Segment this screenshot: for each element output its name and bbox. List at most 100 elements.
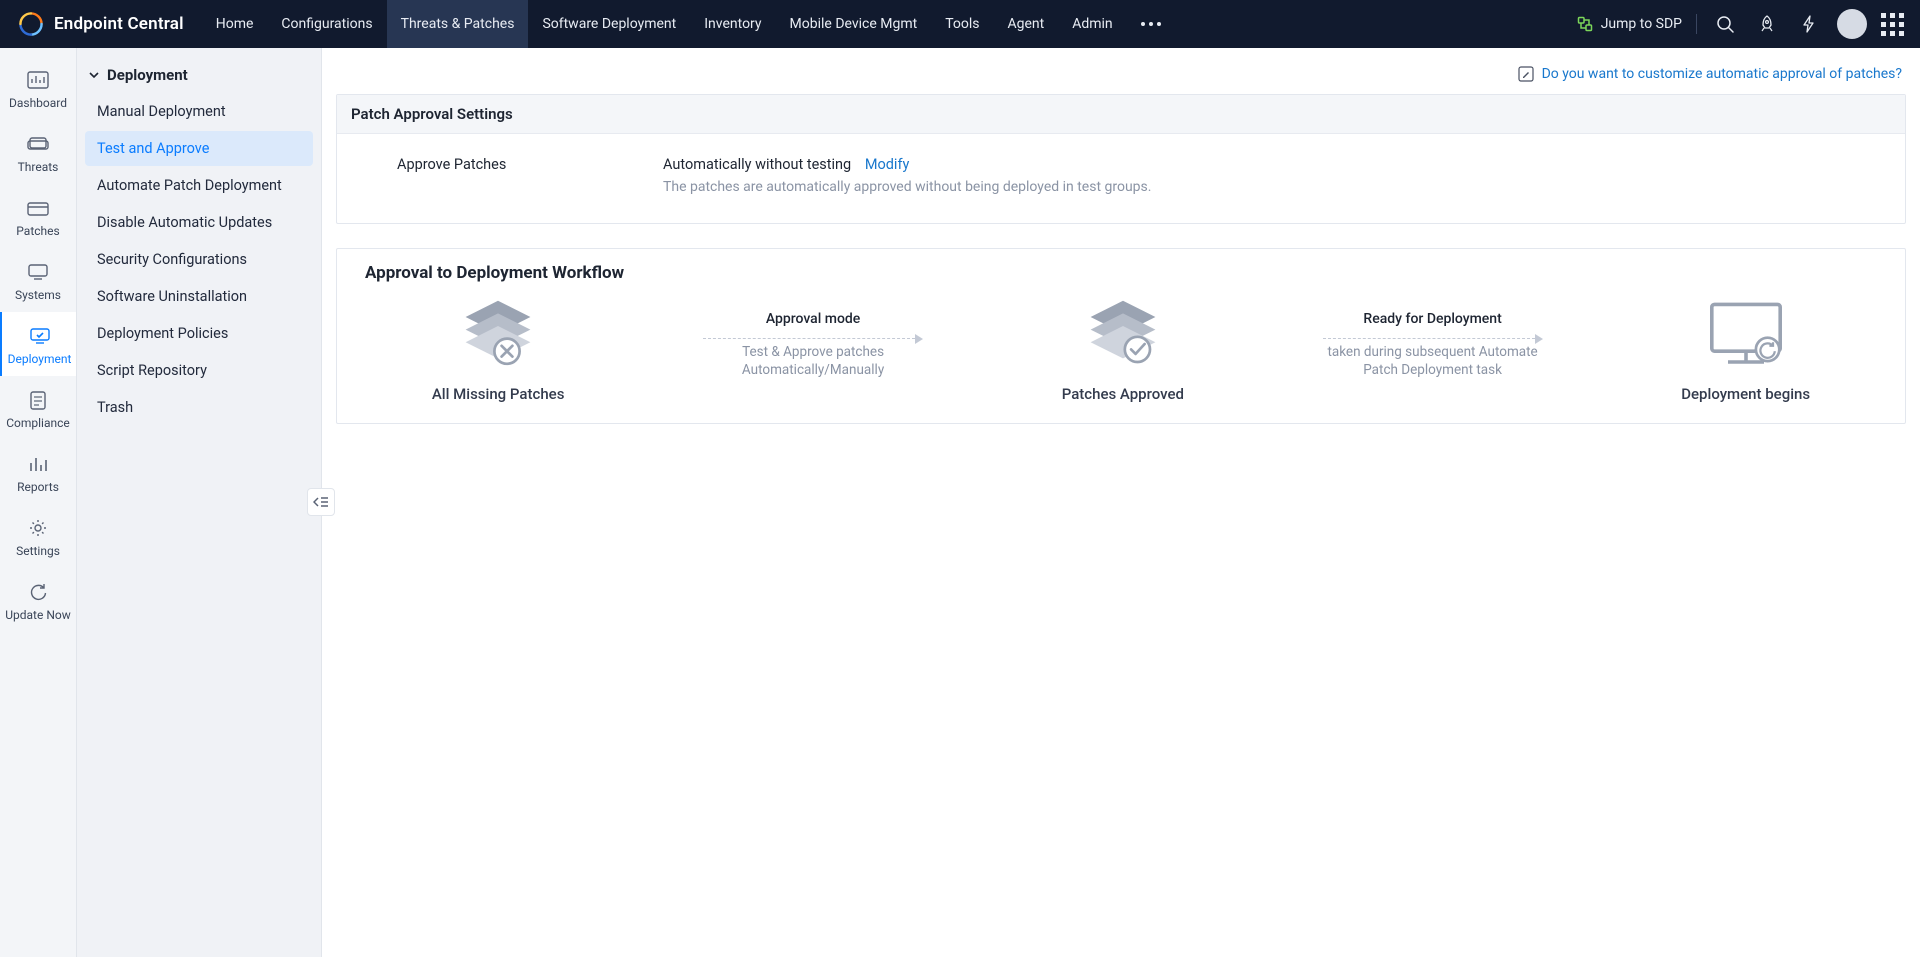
side-item-trash[interactable]: Trash — [85, 390, 313, 425]
main-content: Do you want to customize automatic appro… — [322, 48, 1920, 957]
rail-item-patches[interactable]: Patches — [0, 184, 76, 248]
side-item-software-uninstallation[interactable]: Software Uninstallation — [85, 279, 313, 314]
rail-label: Update Now — [5, 608, 71, 622]
side-panel-header[interactable]: Deployment — [77, 60, 321, 94]
monitor-deploy-icon — [1701, 297, 1791, 373]
rail-item-update-now[interactable]: Update Now — [0, 568, 76, 632]
rail-label: Patches — [16, 224, 59, 238]
threats-icon — [27, 134, 49, 154]
topnav-item-software-deployment[interactable]: Software Deployment — [528, 0, 690, 48]
rail-item-settings[interactable]: Settings — [0, 504, 76, 568]
topnav-item-mdm[interactable]: Mobile Device Mgmt — [776, 0, 932, 48]
workflow-step2-title: Ready for Deployment — [1363, 311, 1501, 327]
stack-missing-icon — [453, 297, 543, 373]
search-icon — [1715, 14, 1735, 34]
topnav-more-button[interactable] — [1127, 0, 1175, 48]
apps-grid-button[interactable] — [1881, 13, 1904, 36]
topnav-item-admin[interactable]: Admin — [1058, 0, 1126, 48]
sdp-icon — [1577, 16, 1593, 32]
workflow-node3-label: Deployment begins — [1681, 385, 1810, 403]
side-item-manual-deployment[interactable]: Manual Deployment — [85, 94, 313, 129]
flash-icon — [1800, 14, 1818, 34]
rail-label: Deployment — [8, 352, 72, 366]
deployment-icon — [29, 326, 51, 346]
rail-label: Dashboard — [9, 96, 67, 110]
workflow-step-approval-mode: Approval mode Test & Approve patches Aut… — [698, 311, 928, 379]
compliance-icon — [27, 390, 49, 410]
side-panel-title: Deployment — [107, 66, 188, 84]
workflow-node1-label: All Missing Patches — [432, 385, 565, 403]
approve-patches-label: Approve Patches — [363, 156, 643, 173]
dashboard-icon — [27, 70, 49, 90]
modify-link[interactable]: Modify — [865, 156, 910, 173]
reports-icon — [27, 454, 49, 474]
arrow-icon — [1323, 335, 1543, 343]
brand-name: Endpoint Central — [54, 14, 184, 34]
jump-label: Jump to SDP — [1601, 16, 1682, 32]
side-panel: Deployment Manual Deployment Test and Ap… — [77, 48, 322, 957]
arrow-icon — [703, 335, 923, 343]
rocket-icon — [1757, 14, 1777, 34]
systems-icon — [27, 262, 49, 282]
side-item-deployment-policies[interactable]: Deployment Policies — [85, 316, 313, 351]
rail-item-threats[interactable]: Threats — [0, 120, 76, 184]
workflow-step-ready: Ready for Deployment taken during subseq… — [1318, 311, 1548, 379]
side-panel-list: Manual Deployment Test and Approve Autom… — [77, 94, 321, 425]
collapse-icon — [313, 495, 329, 509]
rocket-button[interactable] — [1753, 10, 1781, 38]
workflow-node-missing: All Missing Patches — [432, 297, 565, 403]
chevron-down-icon — [87, 68, 101, 82]
workflow-node2-label: Patches Approved — [1062, 385, 1184, 403]
topnav-item-agent[interactable]: Agent — [993, 0, 1058, 48]
topnav-item-configurations[interactable]: Configurations — [267, 0, 386, 48]
topnav-item-tools[interactable]: Tools — [931, 0, 993, 48]
top-link-row: Do you want to customize automatic appro… — [322, 48, 1920, 94]
flash-button[interactable] — [1795, 10, 1823, 38]
side-item-automate-patch-deployment[interactable]: Automate Patch Deployment — [85, 168, 313, 203]
collapse-sidepanel-button[interactable] — [307, 488, 335, 516]
side-item-script-repository[interactable]: Script Repository — [85, 353, 313, 388]
topnav-right: Jump to SDP — [1577, 9, 1920, 39]
workflow-card: Approval to Deployment Workflow All Miss… — [336, 248, 1906, 424]
approve-patches-desc: The patches are automatically approved w… — [663, 179, 1879, 195]
left-rail: Dashboard Threats Patches Systems Deploy… — [0, 48, 77, 957]
brand-logo-icon — [18, 11, 44, 37]
topnav-item-inventory[interactable]: Inventory — [690, 0, 775, 48]
brand[interactable]: Endpoint Central — [0, 11, 202, 37]
rail-item-systems[interactable]: Systems — [0, 248, 76, 312]
rail-label: Reports — [17, 480, 59, 494]
rail-label: Settings — [16, 544, 60, 558]
separator — [1696, 14, 1697, 34]
patch-approval-title: Patch Approval Settings — [337, 95, 1905, 134]
search-button[interactable] — [1711, 10, 1739, 38]
workflow-step1-desc: Test & Approve patches Automatically/Man… — [703, 343, 923, 379]
workflow-title: Approval to Deployment Workflow — [337, 249, 1905, 293]
side-item-security-configurations[interactable]: Security Configurations — [85, 242, 313, 277]
workflow-step1-title: Approval mode — [766, 311, 860, 327]
patches-icon — [27, 198, 49, 218]
rail-item-deployment[interactable]: Deployment — [0, 312, 76, 376]
gear-icon — [27, 518, 49, 538]
rail-label: Threats — [18, 160, 59, 174]
side-item-disable-automatic-updates[interactable]: Disable Automatic Updates — [85, 205, 313, 240]
customize-approval-link[interactable]: Do you want to customize automatic appro… — [1542, 66, 1902, 82]
patch-approval-card: Patch Approval Settings Approve Patches … — [336, 94, 1906, 224]
rail-label: Compliance — [6, 416, 70, 430]
edit-icon — [1518, 66, 1534, 82]
rail-item-dashboard[interactable]: Dashboard — [0, 56, 76, 120]
approve-patches-value: Automatically without testing — [663, 156, 851, 173]
topnav-menu: Home Configurations Threats & Patches So… — [202, 0, 1175, 48]
more-horizontal-icon — [1141, 22, 1161, 26]
top-navbar: Endpoint Central Home Configurations Thr… — [0, 0, 1920, 48]
side-item-test-and-approve[interactable]: Test and Approve — [85, 131, 313, 166]
topnav-item-home[interactable]: Home — [202, 0, 268, 48]
user-avatar[interactable] — [1837, 9, 1867, 39]
stack-approved-icon — [1078, 297, 1168, 373]
topnav-item-threats-patches[interactable]: Threats & Patches — [387, 0, 529, 48]
jump-to-sdp-link[interactable]: Jump to SDP — [1577, 16, 1682, 32]
workflow-node-approved: Patches Approved — [1062, 297, 1184, 403]
refresh-icon — [27, 582, 49, 602]
rail-label: Systems — [15, 288, 61, 302]
rail-item-reports[interactable]: Reports — [0, 440, 76, 504]
rail-item-compliance[interactable]: Compliance — [0, 376, 76, 440]
